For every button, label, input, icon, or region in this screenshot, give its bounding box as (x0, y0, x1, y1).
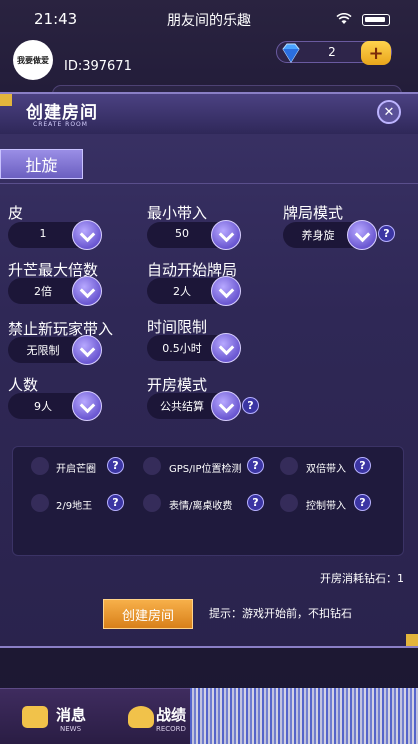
chevron-down-icon[interactable] (72, 391, 102, 421)
max-mult-select[interactable]: 2倍 (8, 276, 102, 306)
diamond-count: 2 (328, 45, 336, 59)
checkbox[interactable] (280, 494, 298, 512)
players-select[interactable]: 9人 (8, 391, 102, 421)
pi-label: 皮 (8, 204, 24, 222)
ban-new-label: 禁止新玩家带入 (8, 320, 114, 338)
min-bring-value: 50 (175, 227, 189, 240)
option-label: 双倍带入 (306, 464, 346, 475)
pi-select[interactable]: 1 (8, 220, 102, 250)
chevron-down-icon[interactable] (211, 391, 241, 421)
trophy-icon (128, 706, 154, 728)
nav-label: 战绩 (156, 706, 187, 724)
auto-start-value: 2人 (173, 285, 191, 298)
ban-new-select[interactable]: 无限制 (8, 335, 102, 365)
option-label: 表情/离桌收费 (169, 501, 233, 512)
option-label: 控制带入 (306, 501, 346, 512)
option-label: GPS/IP位置检测 (169, 464, 242, 475)
battery-icon (362, 14, 390, 26)
game-mode-select[interactable]: 养身旋 (283, 220, 377, 250)
ban-new-value: 无限制 (26, 344, 60, 357)
divider (0, 183, 418, 184)
dialog-title: 创建房间 (26, 103, 98, 123)
nav-item-news[interactable]: 消息 NEWS (18, 689, 98, 744)
checkbox[interactable] (143, 494, 161, 512)
dialog-subtitle: CREATE ROOM (33, 121, 88, 128)
chevron-down-icon[interactable] (347, 220, 377, 250)
add-diamonds-button[interactable]: + (361, 41, 391, 65)
room-mode-value: 公共结算 (160, 400, 204, 413)
room-mode-select[interactable]: 公共结算 (147, 391, 241, 421)
min-bring-label: 最小带入 (147, 204, 208, 222)
chevron-down-icon[interactable] (211, 276, 241, 306)
players-value: 9人 (34, 400, 52, 413)
close-button[interactable]: ✕ (377, 100, 401, 124)
pi-value: 1 (39, 227, 47, 240)
min-bring-select[interactable]: 50 (147, 220, 241, 250)
chevron-down-icon[interactable] (72, 335, 102, 365)
chevron-down-icon[interactable] (211, 220, 241, 250)
corner-ornament (0, 94, 12, 106)
create-room-dialog: 创建房间 CREATE ROOM ✕ 扯旋 皮 1 最小带入 50 牌局模式 养… (0, 92, 418, 648)
nav-sublabel: RECORD (156, 725, 186, 733)
max-mult-value: 2倍 (34, 285, 52, 298)
chevron-down-icon[interactable] (72, 276, 102, 306)
nav-label: 消息 (56, 706, 87, 724)
game-mode-value: 养身旋 (301, 229, 335, 242)
diamond-balance: 2 + (276, 41, 392, 65)
chevron-down-icon[interactable] (211, 333, 241, 363)
nav-sublabel: NEWS (60, 725, 82, 733)
option-label: 开启芒圈 (56, 464, 96, 475)
help-icon[interactable]: ? (107, 494, 124, 511)
game-mode-label: 牌局模式 (283, 204, 344, 222)
help-icon[interactable]: ? (242, 397, 259, 414)
checkbox[interactable] (31, 457, 49, 475)
checkbox[interactable] (280, 457, 298, 475)
help-icon[interactable]: ? (247, 457, 264, 474)
checkbox[interactable] (31, 494, 49, 512)
tip-text: 提示：游戏开始前，不扣钻石 (209, 607, 352, 620)
room-mode-label: 开房模式 (147, 376, 208, 394)
help-icon[interactable]: ? (354, 494, 371, 511)
create-room-button[interactable]: 创建房间 (103, 599, 193, 629)
diamond-icon (282, 43, 300, 63)
help-icon[interactable]: ? (354, 457, 371, 474)
status-bar: 21:43 朋友间的乐趣 (0, 0, 418, 38)
corner-ornament (406, 634, 418, 646)
time-limit-value: 0.5小时 (162, 342, 202, 355)
time-limit-select[interactable]: 0.5小时 (147, 333, 241, 363)
avatar[interactable]: 我要做爱 (13, 40, 53, 80)
help-icon[interactable]: ? (247, 494, 264, 511)
time-limit-label: 时间限制 (147, 318, 208, 336)
dialog-header: 创建房间 CREATE ROOM ✕ (0, 94, 418, 134)
option-label: 2/9地王 (56, 501, 93, 512)
wifi-icon (336, 13, 352, 24)
help-icon[interactable]: ? (378, 225, 395, 242)
players-label: 人数 (8, 376, 39, 394)
app-title: 朋友间的乐趣 (167, 13, 251, 29)
user-id: ID:397671 (64, 59, 132, 74)
diamond-cost-text: 开房消耗钻石：1 (320, 572, 404, 585)
chevron-down-icon[interactable] (72, 220, 102, 250)
tab-game-type[interactable]: 扯旋 (0, 149, 83, 179)
help-icon[interactable]: ? (107, 457, 124, 474)
checkbox[interactable] (143, 457, 161, 475)
auto-start-select[interactable]: 2人 (147, 276, 241, 306)
watermark-overlay (190, 688, 418, 744)
chat-icon (22, 706, 48, 728)
